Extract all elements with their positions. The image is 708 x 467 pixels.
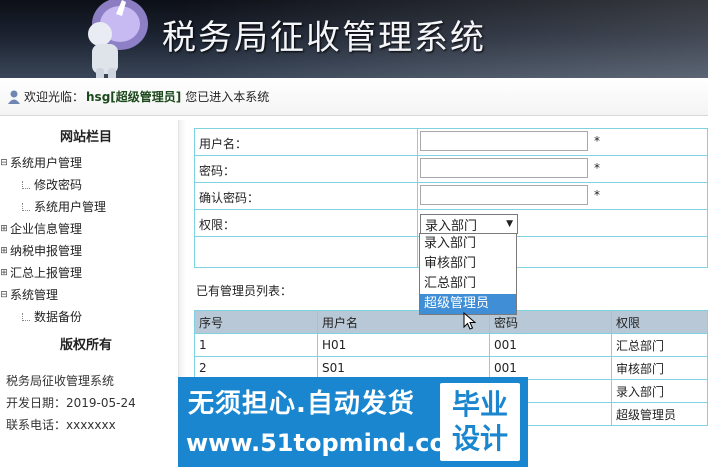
permission-label: 权限：: [199, 218, 236, 232]
confirm-password-row: 确认密码： *: [195, 183, 708, 210]
welcome-prefix: 欢迎光临：: [24, 90, 85, 104]
option-super-admin[interactable]: 超级管理员: [420, 294, 516, 314]
watermark-url: www.51topmind.com: [186, 429, 471, 457]
phone-info: 联系电话：xxxxxxx: [6, 418, 116, 432]
watermark-badge-line1: 毕业: [451, 388, 508, 421]
sidebar-item-label: 系统用户管理: [10, 156, 83, 170]
username-label: 用户名：: [199, 137, 248, 151]
expand-icon[interactable]: ⊞: [0, 246, 10, 256]
collapse-icon[interactable]: ⊟: [0, 158, 10, 168]
confirm-password-input[interactable]: [420, 185, 588, 205]
row-username: H01: [317, 334, 489, 356]
system-title: 税务局征收管理系统: [162, 18, 486, 58]
username-row: 用户名： *: [195, 129, 708, 156]
row-permission: 超级管理员: [611, 403, 708, 425]
sidebar-item-label: 修改密码: [34, 178, 83, 192]
sidebar-item-label: 系统管理: [10, 288, 59, 302]
watermark-slogan: 无须担心.自动发货: [188, 389, 415, 419]
row-password: 001: [489, 357, 611, 379]
required-mark: *: [594, 134, 600, 148]
sidebar-title: 网站栏目: [59, 130, 112, 145]
collapse-icon[interactable]: ⊟: [0, 290, 10, 300]
table-row: 2 S01 001 审核部门: [195, 356, 707, 379]
row-username: S01: [317, 357, 489, 379]
permission-selected-value: 录入部门: [425, 218, 478, 234]
header-index: 序号: [199, 315, 224, 330]
tree-branch-line: [22, 202, 30, 211]
mascot-figure-icon: [88, 0, 148, 78]
row-permission: 录入部门: [611, 380, 708, 402]
permission-select[interactable]: 录入部门 ▼: [420, 214, 518, 234]
header-banner: 税务局征收管理系统: [0, 0, 708, 78]
row-index: 2: [199, 361, 207, 375]
sidebar-item-data-backup[interactable]: 数据备份: [0, 308, 82, 325]
admin-list-title: 已有管理员列表：: [196, 284, 293, 298]
option-entry-dept[interactable]: 录入部门: [420, 234, 516, 254]
sidebar-item-enterprise-info[interactable]: ⊞ 企业信息管理: [0, 220, 82, 237]
expand-icon[interactable]: ⊞: [0, 268, 10, 278]
confirm-password-label: 确认密码：: [199, 191, 260, 205]
row-permission: 汇总部门: [611, 334, 708, 356]
expand-icon[interactable]: ⊞: [0, 224, 10, 234]
sidebar-item-change-password[interactable]: 修改密码: [0, 176, 82, 193]
sidebar-item-summary-report[interactable]: ⊞ 汇总上报管理: [0, 264, 82, 281]
confirm-password-cell: *: [417, 183, 708, 209]
sidebar-item-label: 数据备份: [34, 310, 83, 324]
mouse-cursor-icon: [463, 312, 477, 330]
welcome-suffix: 您已进入本系统: [185, 90, 270, 104]
permission-options-list: 录入部门 审核部门 汇总部门 超级管理员: [419, 233, 517, 315]
tree-branch-line: [22, 180, 30, 189]
row-index: 1: [199, 338, 207, 352]
option-audit-dept[interactable]: 审核部门: [420, 254, 516, 274]
watermark-badge-line2: 设计: [451, 422, 508, 455]
password-input[interactable]: [420, 158, 588, 178]
sidebar-item-label: 系统用户管理: [34, 200, 107, 214]
sidebar: 网站栏目 ⊟ 系统用户管理 修改密码 系统用户管理 ⊞ 企业信息管理 ⊞ 纳税申…: [0, 120, 172, 467]
password-cell: *: [417, 156, 708, 182]
username-input[interactable]: [420, 131, 588, 151]
sidebar-item-label: 企业信息管理: [10, 222, 83, 236]
password-row: 密码： *: [195, 156, 708, 183]
sidebar-item-system-management[interactable]: ⊟ 系统管理: [0, 286, 58, 303]
watermark-badge: 毕业 设计: [440, 383, 520, 461]
user-icon: [8, 90, 20, 104]
row-password: 001: [489, 334, 611, 356]
sidebar-item-tax-declaration[interactable]: ⊞ 纳税申报管理: [0, 242, 82, 259]
sidebar-item-label: 纳税申报管理: [10, 244, 83, 258]
watermark-banner: 无须担心.自动发货 www.51topmind.com 毕业 设计: [178, 377, 528, 467]
copyright-title: 版权所有: [59, 338, 112, 353]
dev-date-info: 开发日期：2019-05-24: [6, 396, 136, 410]
system-name-info: 税务局征收管理系统: [6, 374, 115, 388]
row-permission: 审核部门: [611, 357, 708, 379]
option-summary-dept[interactable]: 汇总部门: [420, 274, 516, 294]
sidebar-item-system-user-admin[interactable]: 系统用户管理: [0, 198, 106, 215]
password-label: 密码：: [199, 164, 236, 178]
required-mark: *: [594, 188, 600, 202]
username-cell: *: [417, 129, 708, 155]
dropdown-arrow-icon: ▼: [506, 219, 513, 229]
sidebar-item-label: 汇总上报管理: [10, 266, 83, 280]
table-row: 1 H01 001 汇总部门: [195, 333, 707, 356]
tree-branch-line: [22, 312, 30, 321]
header-permission: 权限: [611, 311, 708, 333]
required-mark: *: [594, 161, 600, 175]
welcome-bar: 欢迎光临： hsg[超级管理员] 您已进入本系统: [0, 78, 708, 116]
sidebar-item-system-users[interactable]: ⊟ 系统用户管理: [0, 154, 82, 171]
current-user: hsg[超级管理员]: [86, 90, 182, 104]
